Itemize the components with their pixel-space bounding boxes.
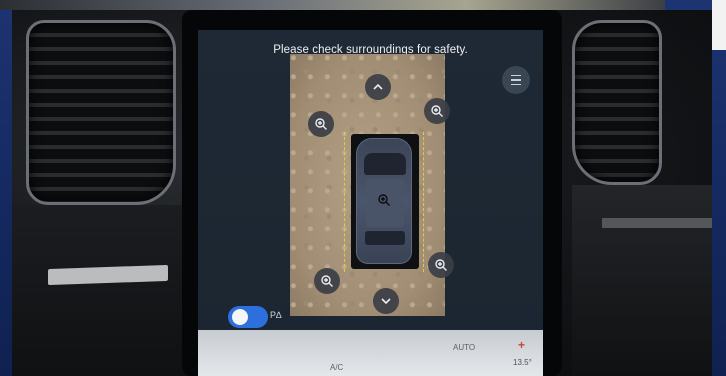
top-photo-strip [0, 0, 665, 10]
auto-button[interactable]: AUTO [453, 343, 475, 352]
ac-button[interactable]: A/C [330, 363, 343, 372]
menu-button[interactable] [502, 66, 530, 94]
zoom-in-icon [435, 259, 447, 271]
zoom-in-icon [321, 275, 333, 287]
chevron-down-icon [381, 298, 391, 305]
camera-zoom-rear-right-button[interactable] [428, 252, 454, 278]
left-air-vent [26, 20, 176, 205]
camera-zoom-center-button[interactable] [371, 187, 397, 213]
right-guide-line [423, 132, 424, 272]
right-trim-light [602, 218, 712, 228]
right-dashboard [572, 185, 712, 376]
temp-up-button[interactable]: + [518, 338, 525, 352]
chevron-up-icon [373, 83, 383, 90]
menu-lines-icon [511, 73, 521, 87]
park-assist-toggle[interactable] [228, 306, 268, 328]
vehicle-windshield [364, 153, 406, 175]
left-guide-line [344, 132, 345, 272]
camera-zoom-front-right-button[interactable] [424, 98, 450, 124]
vehicle-rear-window [365, 231, 405, 245]
camera-front-button[interactable] [365, 74, 391, 100]
camera-zoom-front-left-button[interactable] [308, 111, 334, 137]
infotainment-screen: Please check surroundings for safety. P∆… [198, 30, 543, 376]
zoom-in-icon [315, 118, 327, 130]
right-edge-panel [712, 0, 726, 50]
temperature-readout: 13.5° [513, 358, 532, 367]
park-assist-label: P∆ [270, 310, 282, 320]
camera-rear-button[interactable] [373, 288, 399, 314]
camera-zoom-rear-left-button[interactable] [314, 268, 340, 294]
climate-control-bar: AUTO A/C + 13.5° [198, 330, 543, 376]
right-air-vent [572, 20, 662, 185]
zoom-in-icon [378, 194, 390, 206]
zoom-in-icon [431, 105, 443, 117]
toggle-knob [232, 309, 248, 325]
